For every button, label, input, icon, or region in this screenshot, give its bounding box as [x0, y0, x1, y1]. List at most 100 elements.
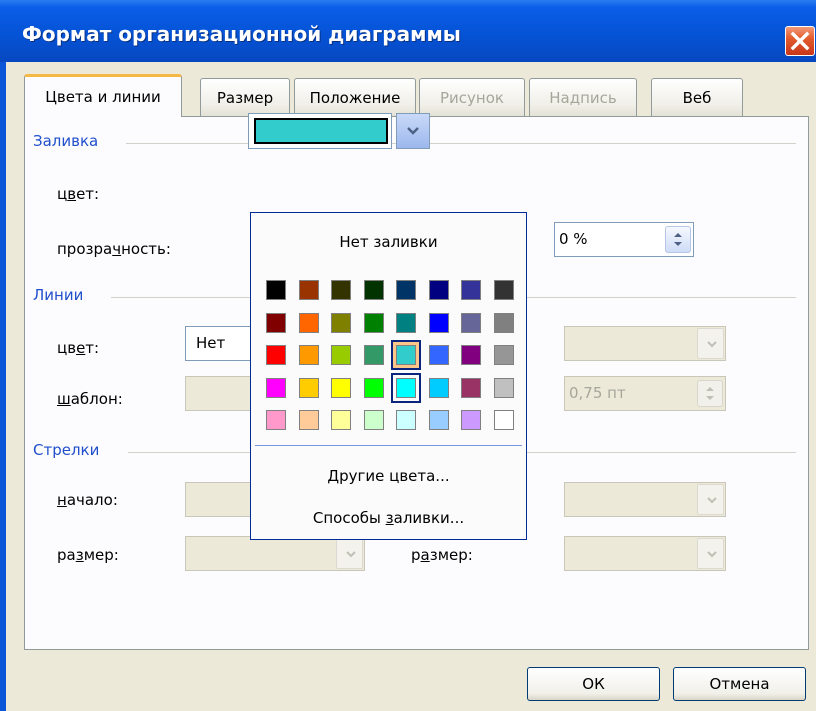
color-swatch-fill [461, 313, 481, 333]
color-swatch-fill [364, 345, 384, 365]
arrow-end-combo[interactable] [564, 482, 726, 517]
color-swatch[interactable] [489, 308, 519, 338]
arrow-start-label: начало: [57, 491, 118, 509]
color-swatch[interactable] [391, 275, 421, 305]
color-swatch-fill [299, 378, 319, 398]
arrow-end-size-dropdown[interactable] [697, 538, 724, 569]
line-color-value: Нет [196, 334, 226, 352]
color-swatch[interactable] [391, 340, 421, 370]
color-swatch[interactable] [456, 405, 486, 435]
color-swatch[interactable] [456, 275, 486, 305]
color-swatch[interactable] [424, 373, 454, 403]
line-style-combo[interactable] [564, 326, 726, 361]
color-swatch[interactable] [294, 275, 324, 305]
color-swatch[interactable] [294, 340, 324, 370]
no-fill-option[interactable]: Нет заливки [251, 233, 526, 251]
chevron-down-icon [707, 551, 717, 558]
transparency-updown[interactable] [665, 226, 691, 253]
line-weight-updown[interactable] [697, 380, 723, 407]
arrow-start-size-dropdown[interactable] [336, 538, 363, 569]
fill-group-title: Заливка [33, 132, 105, 150]
arrow-start-size-combo[interactable] [185, 536, 365, 571]
color-swatch[interactable] [456, 308, 486, 338]
color-swatch[interactable] [294, 373, 324, 403]
color-swatch[interactable] [359, 405, 389, 435]
color-swatch-fill [396, 378, 416, 398]
fill-color-combo[interactable] [248, 113, 392, 149]
arrow-end-size-label: размер: [411, 546, 473, 564]
color-swatch-fill [266, 280, 286, 300]
color-swatch[interactable] [424, 405, 454, 435]
color-swatch[interactable] [326, 275, 356, 305]
color-swatch-fill [429, 280, 449, 300]
chevron-down-icon [707, 497, 717, 504]
color-swatch[interactable] [489, 340, 519, 370]
fill-color-dropdown-button[interactable] [396, 113, 430, 149]
color-swatch[interactable] [456, 340, 486, 370]
cancel-button[interactable]: Отмена [673, 667, 806, 701]
color-swatch-fill [396, 345, 416, 365]
color-swatch[interactable] [261, 308, 291, 338]
fill-color-label: цвет: [57, 185, 100, 203]
more-colors-option[interactable]: Другие цвета... [251, 467, 526, 485]
tab-text-box[interactable]: Надпись [529, 78, 637, 116]
color-swatch-fill [494, 345, 514, 365]
color-swatch[interactable] [456, 373, 486, 403]
color-swatch[interactable] [391, 405, 421, 435]
color-swatch[interactable] [261, 275, 291, 305]
color-swatch[interactable] [424, 340, 454, 370]
color-swatch-fill [461, 345, 481, 365]
tab-web[interactable]: Веб [651, 78, 743, 116]
color-swatch[interactable] [424, 275, 454, 305]
color-swatch-fill [331, 410, 351, 430]
color-swatch[interactable] [326, 373, 356, 403]
color-palette-grid [261, 275, 521, 435]
color-swatch[interactable] [391, 308, 421, 338]
arrows-group-title: Стрелки [33, 441, 106, 459]
color-swatch[interactable] [489, 373, 519, 403]
tab-colors-and-lines[interactable]: Цвета и линии [24, 74, 182, 117]
color-swatch-fill [266, 313, 286, 333]
color-swatch-fill [461, 280, 481, 300]
dialog-window: Формат организационной диаграммы Цвета и… [0, 0, 816, 711]
title-bar[interactable]: Формат организационной диаграммы [0, 0, 816, 62]
color-swatch-fill [396, 313, 416, 333]
close-icon [790, 31, 810, 51]
tab-picture[interactable]: Рисунок [419, 78, 525, 116]
color-swatch[interactable] [261, 405, 291, 435]
color-swatch[interactable] [489, 405, 519, 435]
color-picker-popup: Нет заливки Другие цвета... Способы зали… [250, 212, 527, 540]
tab-position[interactable]: Положение [294, 78, 416, 116]
color-swatch[interactable] [391, 373, 421, 403]
color-swatch[interactable] [261, 373, 291, 403]
color-swatch[interactable] [261, 340, 291, 370]
color-swatch-fill [266, 345, 286, 365]
chevron-down-icon [346, 551, 356, 558]
color-swatch[interactable] [294, 405, 324, 435]
arrow-end-size-combo[interactable] [564, 536, 726, 571]
arrow-end-dropdown[interactable] [697, 484, 724, 515]
window-title: Формат организационной диаграммы [22, 22, 461, 46]
color-swatch-fill [364, 313, 384, 333]
color-swatch-fill [364, 378, 384, 398]
color-swatch[interactable] [359, 275, 389, 305]
close-button[interactable] [785, 26, 815, 56]
fill-effects-option[interactable]: Способы заливки... [251, 509, 526, 527]
color-swatch[interactable] [359, 340, 389, 370]
color-swatch[interactable] [359, 373, 389, 403]
line-style-dropdown[interactable] [697, 328, 724, 359]
color-swatch[interactable] [326, 308, 356, 338]
color-swatch-fill [461, 410, 481, 430]
color-swatch[interactable] [359, 308, 389, 338]
fill-color-swatch [254, 118, 388, 144]
tab-size[interactable]: Размер [200, 78, 290, 116]
color-swatch[interactable] [326, 405, 356, 435]
transparency-spinner[interactable]: 0 % [554, 222, 694, 257]
line-weight-spinner[interactable]: 0,75 пт [564, 376, 726, 411]
color-swatch[interactable] [326, 340, 356, 370]
ok-button[interactable]: ОК [527, 667, 660, 701]
color-swatch[interactable] [424, 308, 454, 338]
color-swatch[interactable] [294, 308, 324, 338]
color-swatch[interactable] [489, 275, 519, 305]
color-swatch-fill [266, 410, 286, 430]
